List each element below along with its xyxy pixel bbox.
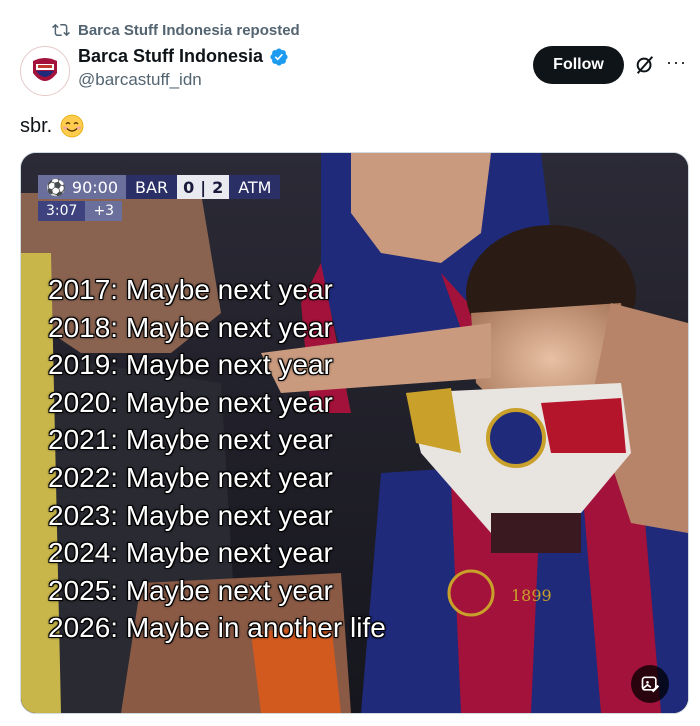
image-edit-icon [641,676,660,693]
post-text-content: sbr. [20,114,53,137]
caption-line: 2024: Maybe next year [48,537,333,569]
caption-line: 2018: Maybe next year [48,311,333,343]
more-options-icon[interactable]: ··· [666,52,687,73]
caption-line: 2021: Maybe next year [48,424,333,456]
repost-icon [52,23,70,37]
smiling-face-emoji-icon [60,114,84,138]
post-media-image[interactable]: 1899 ⚽ 90:00 BAR 0 | 2 ATM 3:07 +3 2017:… [20,152,689,714]
author-name[interactable]: Barca Stuff Indonesia [78,46,289,67]
follow-button[interactable]: Follow [533,46,624,84]
club-logo-icon [21,47,69,95]
match-clock-value: 90:00 [71,177,119,197]
score: 0 | 2 [177,175,230,199]
caption-line: 2019: Maybe next year [48,349,333,381]
caption-line: 2017: Maybe next year [48,274,333,305]
repost-text: Barca Stuff Indonesia reposted [78,21,300,39]
grok-icon[interactable] [634,54,656,76]
away-score: 2 [212,177,224,197]
caption-line: 2023: Maybe next year [48,499,333,531]
caption-line: 2020: Maybe next year [48,386,333,418]
score-divider: | [200,177,207,197]
jersey-text: 1899 [511,586,552,605]
home-score: 0 [183,177,195,197]
caption-line: 2022: Maybe next year [48,461,333,493]
away-team: ATM [229,175,281,199]
avatar[interactable] [20,46,70,96]
verified-badge-icon [270,47,288,66]
author-handle[interactable]: @barcastuff_idn [78,70,202,90]
caption-line: 2025: Maybe next year [48,574,333,606]
image-info-button[interactable] [631,665,669,703]
repost-indicator[interactable]: Barca Stuff Indonesia reposted [52,21,300,39]
author-display-name: Barca Stuff Indonesia [78,46,264,66]
added-time-value: +3 [85,201,123,221]
caption-lines: 2017: Maybe next year 2018: Maybe next y… [48,271,386,647]
home-team: BAR [126,175,178,199]
caption-line: 2026: Maybe in another life [48,612,386,644]
post-text: sbr. [20,114,84,138]
added-time-clock: 3:07 [38,201,86,221]
match-clock: ⚽ 90:00 [38,175,127,199]
ball-icon: ⚽ [46,177,66,197]
scoreboard: ⚽ 90:00 BAR 0 | 2 ATM [38,175,281,199]
added-time: 3:07 +3 [38,201,123,221]
